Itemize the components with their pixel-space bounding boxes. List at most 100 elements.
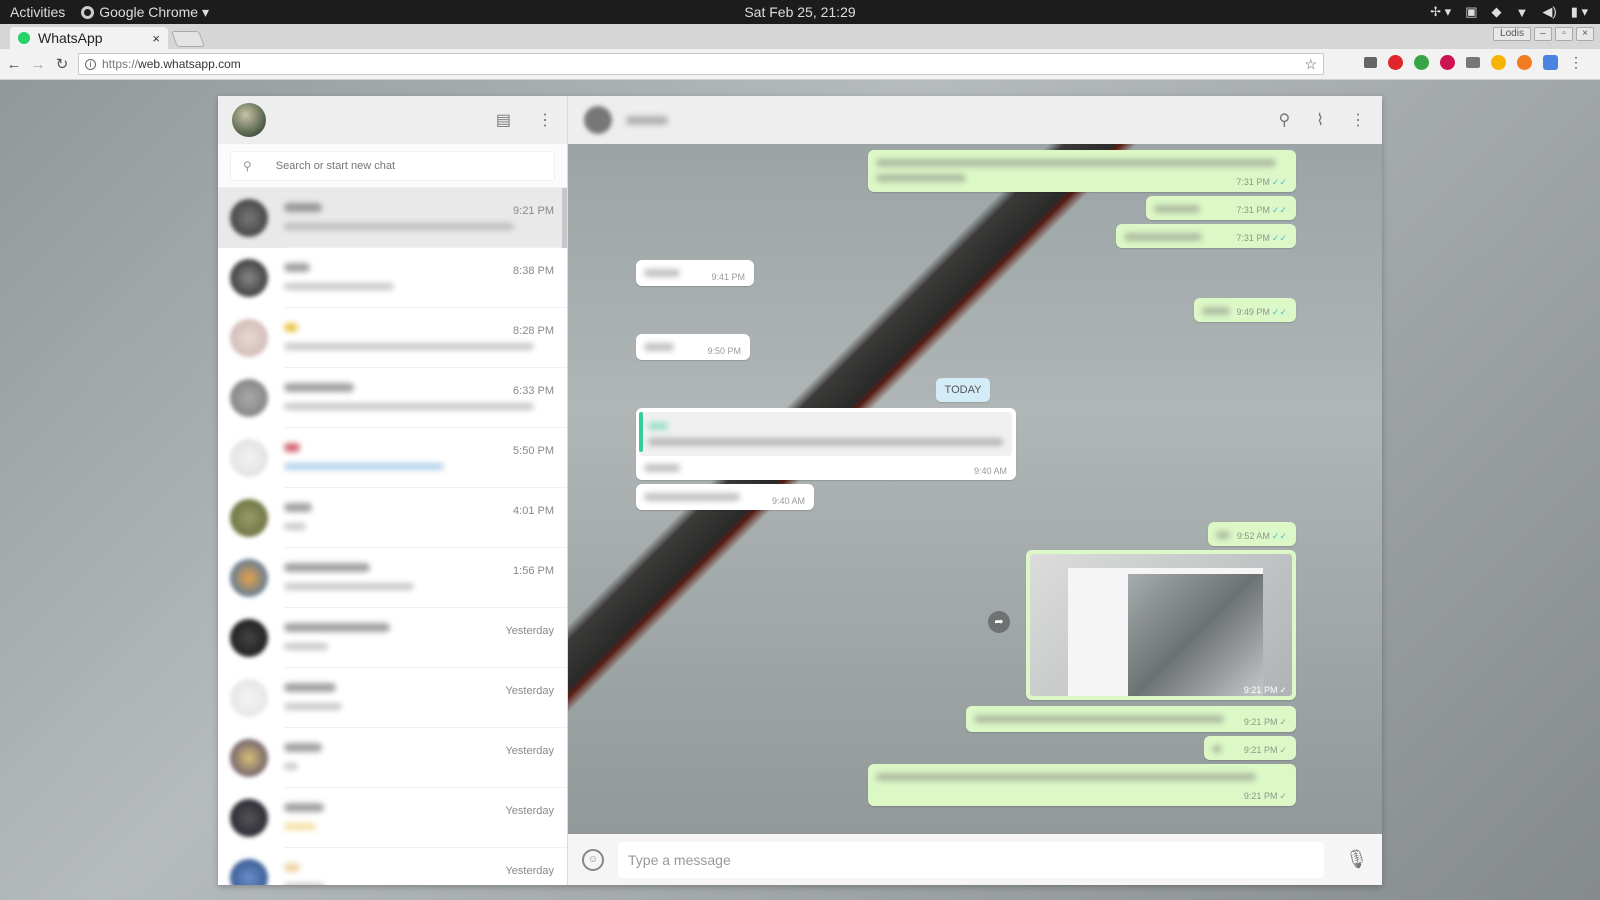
power-extension-icon[interactable] (1440, 55, 1455, 70)
reload-button[interactable]: ↻ (52, 55, 72, 73)
quoted-message[interactable] (639, 412, 1012, 456)
forward-button[interactable]: → (28, 56, 48, 73)
sidebar-menu-icon[interactable]: ⋮ (537, 110, 553, 130)
tab-whatsapp[interactable]: WhatsApp × (10, 27, 168, 49)
message-bubble[interactable]: 9:52 AM ✓✓ (1208, 522, 1296, 546)
chrome-menu-icon[interactable]: ⋮ (1569, 55, 1583, 70)
url-host: web.whatsapp.com (138, 57, 241, 71)
message-time: 9:21 PM (1243, 685, 1278, 695)
quote-bar (639, 412, 643, 452)
orange-extension-icon[interactable] (1517, 55, 1532, 70)
chat-list-item[interactable]: Yesterday (218, 848, 567, 885)
attach-icon[interactable]: ⌇ (1316, 110, 1324, 130)
new-tab-button[interactable] (171, 31, 205, 47)
clipboard-icon[interactable]: ▣ (1465, 4, 1477, 20)
message-meta: 9:21 PM ✓ (1244, 717, 1287, 728)
chat-list-item[interactable]: 8:38 PM (218, 248, 567, 308)
search-messages-icon[interactable]: ⚲ (1278, 110, 1290, 130)
message-time: 9:41 PM (711, 272, 745, 282)
message-bubble[interactable]: 9:21 PM ✓ (1204, 736, 1296, 760)
bookmark-star-icon[interactable]: ☆ (1304, 56, 1317, 73)
message-time: 7:31 PM (1236, 177, 1270, 187)
accessibility-icon[interactable]: ✢ ▾ (1430, 4, 1451, 20)
message-bubble[interactable]: 7:31 PM ✓✓ (868, 150, 1296, 192)
site-info-icon[interactable]: i (85, 58, 96, 70)
message-time: 7:31 PM (1236, 233, 1270, 243)
message-bubble-with-quote[interactable]: 9:40 AM (636, 408, 1016, 480)
chat-list-item[interactable]: Yesterday (218, 668, 567, 728)
app-menu-label: Google Chrome (99, 3, 199, 20)
chat-avatar (230, 679, 268, 717)
volume-icon[interactable]: ◀) (1542, 4, 1556, 20)
chat-avatar (230, 199, 268, 237)
app-menu[interactable]: Google Chrome ▾ (81, 4, 209, 21)
sent-tick-icon: ✓ (1279, 791, 1287, 801)
back-button[interactable]: ← (4, 56, 24, 73)
search-input[interactable] (275, 160, 526, 172)
tab-close-button[interactable]: × (152, 31, 160, 46)
green-extension-icon[interactable] (1414, 55, 1429, 70)
message-meta: 9:52 AM ✓✓ (1237, 531, 1287, 542)
chat-list-scrollbar[interactable] (562, 188, 567, 248)
battery-icon[interactable]: ▮ ▾ (1571, 4, 1588, 20)
opera-extension-icon[interactable] (1388, 55, 1403, 70)
activities-button[interactable]: Activities (10, 4, 65, 20)
message-list: 7:31 PM ✓✓ 7:31 PM ✓✓ 7:31 PM ✓✓ 9:41 PM 9:… (568, 144, 1382, 885)
sent-tick-icon: ✓ (1279, 717, 1287, 727)
clock[interactable]: Sat Feb 25, 21:29 (0, 4, 1600, 20)
message-input[interactable] (618, 841, 1324, 878)
message-bubble[interactable]: 9:21 PM ✓ (868, 764, 1296, 806)
minimize-button[interactable]: – (1534, 27, 1552, 41)
chat-time: 5:50 PM (513, 445, 554, 457)
chat-list-item[interactable]: Yesterday (218, 608, 567, 668)
emoji-icon[interactable]: ☺ (582, 848, 604, 871)
translate-extension-icon[interactable] (1543, 55, 1558, 70)
mail-extension-icon[interactable] (1364, 57, 1377, 68)
message-bubble[interactable]: 9:40 AM (636, 484, 814, 510)
contact-name[interactable] (626, 115, 668, 125)
message-composer: ☺ 🎙︎ (568, 834, 1382, 885)
forward-icon[interactable]: ➦ (988, 611, 1010, 633)
message-bubble[interactable]: 9:21 PM ✓ (966, 706, 1296, 732)
search-box[interactable]: ⚲ (230, 151, 555, 181)
wifi-icon[interactable]: ▼ (1516, 5, 1529, 20)
chat-avatar (230, 379, 268, 417)
chat-list-item[interactable]: 5:50 PM (218, 428, 567, 488)
message-bubble[interactable]: 9:50 PM (636, 334, 750, 360)
chat-list-item[interactable]: Yesterday (218, 788, 567, 848)
message-bubble[interactable]: 7:31 PM ✓✓ (1116, 224, 1296, 248)
chat-list-item[interactable]: 6:33 PM (218, 368, 567, 428)
chat-list-item[interactable]: 9:21 PM (218, 188, 567, 248)
yellow-extension-icon[interactable] (1491, 55, 1506, 70)
message-bubble[interactable]: 9:49 PM ✓✓ (1194, 298, 1296, 322)
chat-list-item[interactable]: 4:01 PM (218, 488, 567, 548)
message-bubble[interactable]: 9:41 PM (636, 260, 754, 286)
chat-list-item[interactable]: 1:56 PM (218, 548, 567, 608)
microphone-icon[interactable]: 🎙︎ (1345, 849, 1368, 870)
search-icon: ⚲ (243, 159, 252, 173)
read-ticks-icon: ✓✓ (1271, 233, 1287, 243)
message-meta: 9:40 AM (772, 496, 805, 506)
my-avatar[interactable] (232, 103, 266, 137)
chat-time: 6:33 PM (513, 385, 554, 397)
profile-button[interactable]: Lodis (1493, 27, 1531, 41)
new-chat-icon[interactable]: ▤ (496, 110, 511, 130)
cast-icon[interactable] (1466, 57, 1480, 68)
network-icon[interactable]: ◆ (1492, 4, 1502, 20)
chat-avatar (230, 619, 268, 657)
screenshot-image[interactable] (1030, 554, 1292, 696)
image-message[interactable]: 9:21 PM ✓ (1026, 550, 1296, 700)
address-bar[interactable]: i https://web.whatsapp.com ☆ (78, 53, 1324, 75)
contact-avatar[interactable] (584, 106, 612, 134)
chat-list-item[interactable]: 8:28 PM (218, 308, 567, 368)
message-bubble[interactable]: 7:31 PM ✓✓ (1146, 196, 1296, 220)
message-meta: 9:40 AM (974, 466, 1007, 476)
chat-time: 8:28 PM (513, 325, 554, 337)
chat-time: Yesterday (505, 745, 554, 757)
close-window-button[interactable]: × (1576, 27, 1594, 41)
conversation-menu-icon[interactable]: ⋮ (1350, 110, 1366, 130)
maximize-button[interactable]: ▫ (1555, 27, 1573, 41)
message-time: 9:40 AM (973, 466, 1007, 476)
chat-list-item[interactable]: Yesterday (218, 728, 567, 788)
read-ticks-icon: ✓✓ (1271, 307, 1287, 317)
